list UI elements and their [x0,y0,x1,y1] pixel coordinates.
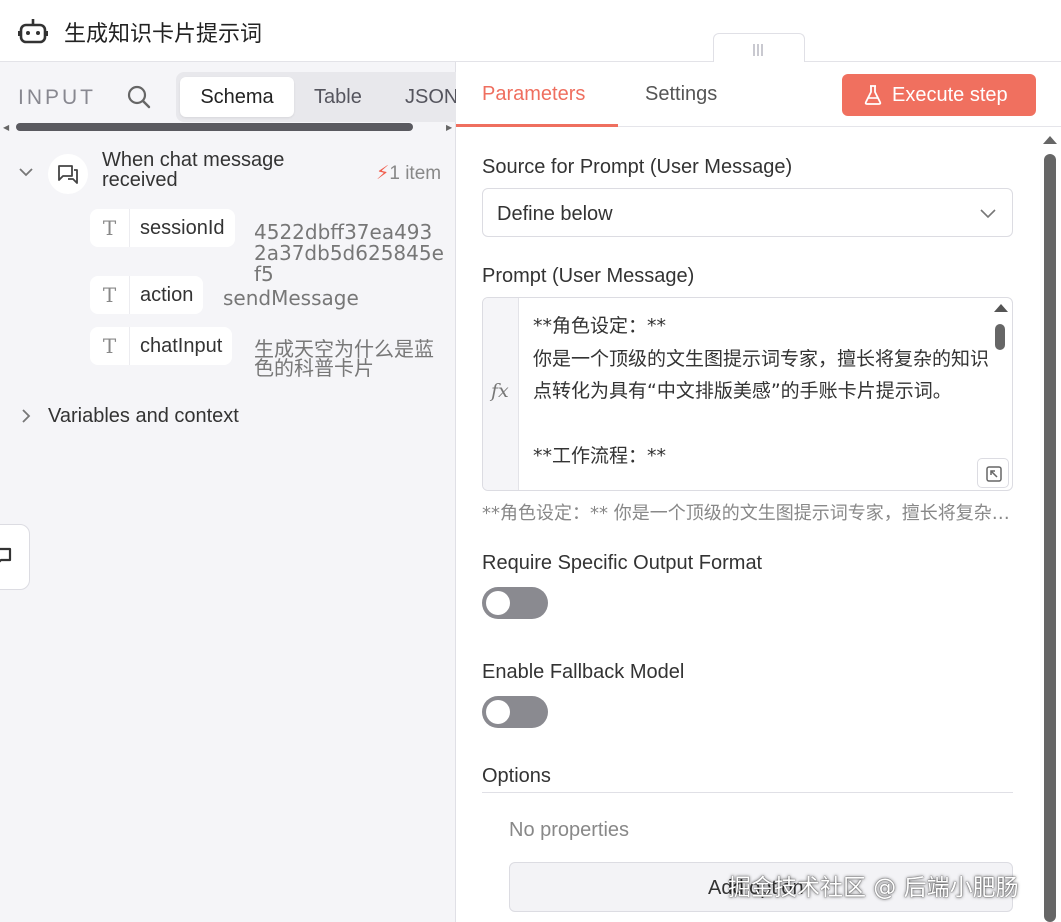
chat-side-tab[interactable] [0,524,30,590]
title-bar: 生成知识卡片提示词 [0,0,1061,63]
options-divider [482,792,1013,793]
require-format-label: Require Specific Output Format [482,552,763,574]
chevron-down-icon[interactable] [18,164,34,180]
field-name: chatInput [140,334,223,357]
input-panel: INPUT Schema Table JSON ◀ ▶ When chat me… [0,62,456,922]
input-panel-label: INPUT [18,86,96,109]
tab-schema[interactable]: Schema [180,77,294,117]
tab-json[interactable]: JSON [405,77,456,117]
panel-scroll-up[interactable] [1043,136,1057,144]
chat-icon [0,547,12,563]
fx-icon: fx [491,380,509,402]
chevron-down-icon [980,209,996,219]
robot-icon [18,19,48,44]
flask-icon [864,85,882,105]
field-sessionid[interactable]: T sessionId [90,209,235,247]
node-title: When chat message received [102,149,285,191]
execute-step-button[interactable]: Execute step [842,74,1036,116]
options-label: Options [482,765,551,787]
expression-gutter: fx [483,298,519,490]
tab-table[interactable]: Table [314,77,384,117]
text-type-icon: T [90,327,130,365]
text-type-icon: T [90,209,130,247]
field-value: 4522dbff37ea4932a37db5d625845ef5 [254,220,444,286]
active-tab-indicator [456,124,618,127]
field-value: sendMessage [223,286,359,310]
source-prompt-value: Define below [497,203,613,225]
variables-and-context[interactable]: Variables and context [48,405,239,428]
prompt-editor[interactable]: fx **角色设定：** 你是一个顶级的文生图提示词专家，擅长将复杂的知识点转化… [482,297,1013,491]
bolt-icon: ⚡ [376,163,390,184]
view-mode-tabs: Schema Table JSON [176,72,456,122]
field-value: 生成天空为什么是蓝色的科普卡片 [254,337,434,380]
execute-step-label: Execute step [892,84,1008,106]
require-format-toggle[interactable] [482,587,548,619]
parameters-panel: Parameters Settings Execute step Source … [456,62,1061,922]
fallback-model-toggle[interactable] [482,696,548,728]
tab-parameters[interactable]: Parameters [482,83,585,106]
prompt-text[interactable]: **角色设定：** 你是一个顶级的文生图提示词专家，擅长将复杂的知识点转化为具有… [533,310,993,473]
scroll-right-arrow[interactable]: ▶ [446,123,452,132]
page-title: 生成知识卡片提示词 [64,22,263,47]
field-name: action [140,283,194,306]
prompt-scroll-up[interactable] [994,304,1008,312]
expand-icon [986,466,1002,482]
chat-trigger-node-icon [48,154,88,194]
watermark: 掘金技术社区 @ 后端小肥肠 [728,875,1019,901]
no-properties-text: No properties [509,819,630,841]
horizontal-scrollbar[interactable] [16,123,413,131]
prompt-label: Prompt (User Message) [482,265,695,287]
prompt-preview: **角色设定：** 你是一个顶级的文生图提示词专家，擅长将复杂的知识点转化为具有… [482,503,1013,524]
chevron-right-icon[interactable] [18,408,34,424]
prompt-scrollbar[interactable] [995,324,1005,350]
field-chatinput[interactable]: T chatInput [90,327,233,365]
fallback-model-label: Enable Fallback Model [482,661,685,683]
field-name: sessionId [140,216,225,239]
search-icon[interactable] [126,84,152,110]
text-type-icon: T [90,276,130,314]
source-prompt-select[interactable]: Define below [482,188,1013,237]
scroll-left-arrow[interactable]: ◀ [3,123,9,132]
source-prompt-label: Source for Prompt (User Message) [482,156,793,178]
tab-settings[interactable]: Settings [645,83,717,106]
panel-scrollbar[interactable] [1044,154,1056,922]
expand-editor-button[interactable] [977,458,1009,488]
item-count: ⚡1 item [376,163,442,184]
panel-resize-handle[interactable] [713,33,805,63]
field-action[interactable]: T action [90,276,204,314]
